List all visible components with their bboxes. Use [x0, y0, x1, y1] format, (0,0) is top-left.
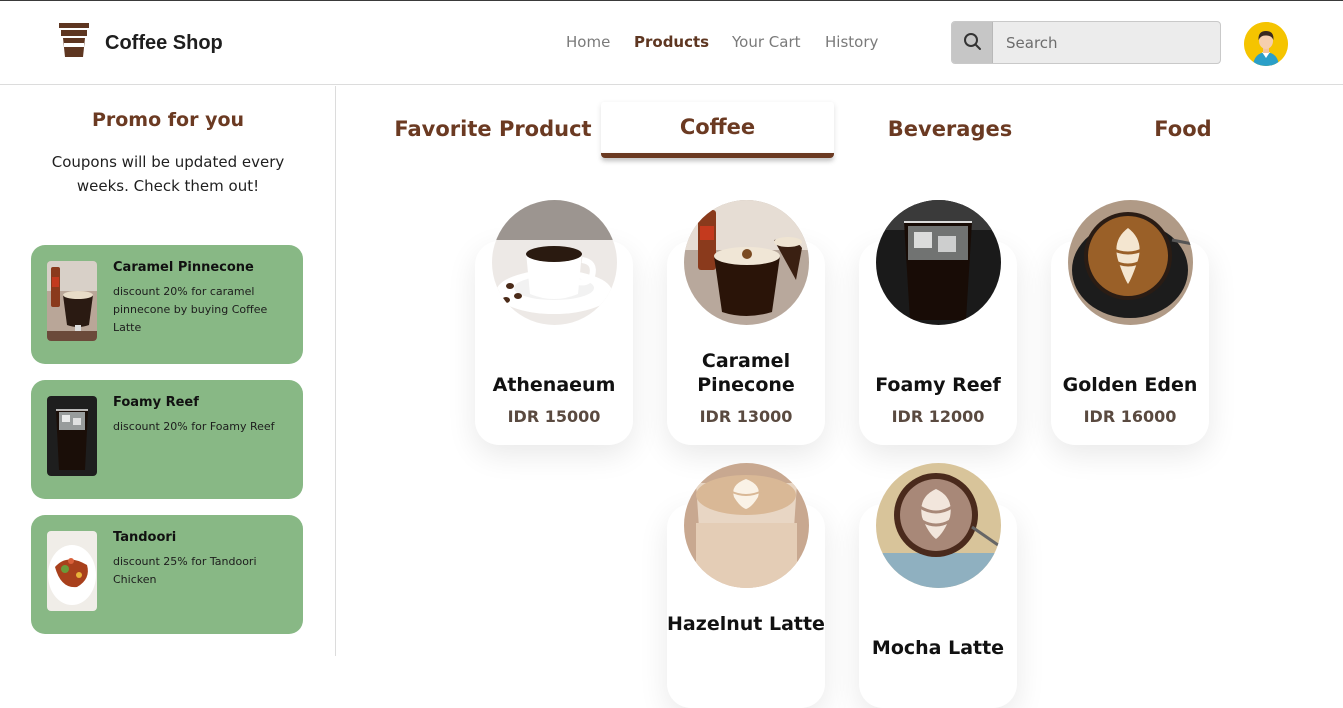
brand-name[interactable]: Coffee Shop	[105, 32, 223, 55]
product-name: Foamy Reef	[875, 374, 1001, 396]
product-price: IDR 13000	[699, 407, 793, 426]
promo-title: Promo for you	[91, 109, 245, 131]
search-input[interactable]	[993, 22, 1220, 63]
mocha-latte-image	[876, 463, 1001, 588]
coupon-card[interactable]: Foamy Reef discount 20% for Foamy Reef	[31, 380, 303, 499]
search-box	[951, 21, 1221, 64]
product-name: Caramel Pinecone	[697, 350, 795, 396]
tab-beverages[interactable]: Beverages	[850, 102, 1050, 154]
coupon-card[interactable]: Caramel Pinnecone discount 20% for caram…	[31, 245, 303, 364]
coupon-card[interactable]: Tandoori discount 25% for Tandoori Chick…	[31, 515, 303, 634]
product-price: IDR 16000	[1083, 407, 1177, 426]
tab-food[interactable]: Food	[1120, 102, 1246, 154]
product-name: Mocha Latte	[871, 637, 1005, 659]
tab-favorite-product[interactable]: Favorite Product	[393, 102, 593, 154]
promo-sidebar: Promo for you Coupons will be updated ev…	[0, 86, 336, 656]
product-card[interactable]: Caramel Pinecone IDR 13000	[667, 200, 825, 445]
coffee-cup-icon[interactable]	[58, 23, 90, 57]
top-navbar: Coffee Shop Home Products Your Cart Hist…	[0, 1, 1343, 85]
nav-your-cart[interactable]: Your Cart	[732, 33, 801, 51]
caramel-pinnecone-image	[47, 261, 97, 341]
promo-subtitle: Coupons will be updated every weeks. Che…	[51, 153, 285, 195]
product-price: IDR 12000	[891, 407, 985, 426]
promo-card-description: discount 20% for caramel pinnecone by bu…	[113, 285, 268, 334]
nav-home[interactable]: Home	[566, 33, 610, 51]
promo-card-title: Foamy Reef	[113, 395, 199, 410]
promo-card-description: discount 20% for Foamy Reef	[113, 420, 275, 433]
product-card[interactable]: Golden Eden IDR 16000	[1051, 200, 1209, 445]
promo-card-title: Caramel Pinnecone	[113, 260, 254, 275]
search-button[interactable]	[952, 22, 993, 63]
product-name: Golden Eden	[1062, 374, 1198, 396]
golden-eden-image	[1068, 200, 1193, 325]
athenaeum-image	[492, 200, 617, 325]
product-card[interactable]: Hazelnut Latte	[667, 463, 825, 708]
nav-history[interactable]: History	[825, 33, 878, 51]
foamy-reef-image	[47, 396, 97, 476]
caramel-pinecone-image	[684, 200, 809, 325]
product-card[interactable]: Athenaeum IDR 15000	[475, 200, 633, 445]
user-avatar-icon[interactable]	[1244, 22, 1288, 66]
product-name: Athenaeum	[492, 374, 616, 396]
hazelnut-latte-image	[684, 463, 809, 588]
promo-card-description: discount 25% for Tandoori Chicken	[113, 555, 257, 586]
product-card[interactable]: Mocha Latte	[859, 463, 1017, 708]
product-name: Hazelnut Latte	[667, 613, 825, 635]
foamy-reef-image	[876, 200, 1001, 325]
nav-products[interactable]: Products	[634, 33, 709, 51]
product-price: IDR 15000	[507, 407, 601, 426]
search-icon	[964, 33, 981, 50]
tandoori-image	[47, 531, 97, 611]
product-card[interactable]: Foamy Reef IDR 12000	[859, 200, 1017, 445]
promo-card-title: Tandoori	[113, 530, 177, 545]
tab-coffee[interactable]: Coffee	[601, 102, 834, 158]
